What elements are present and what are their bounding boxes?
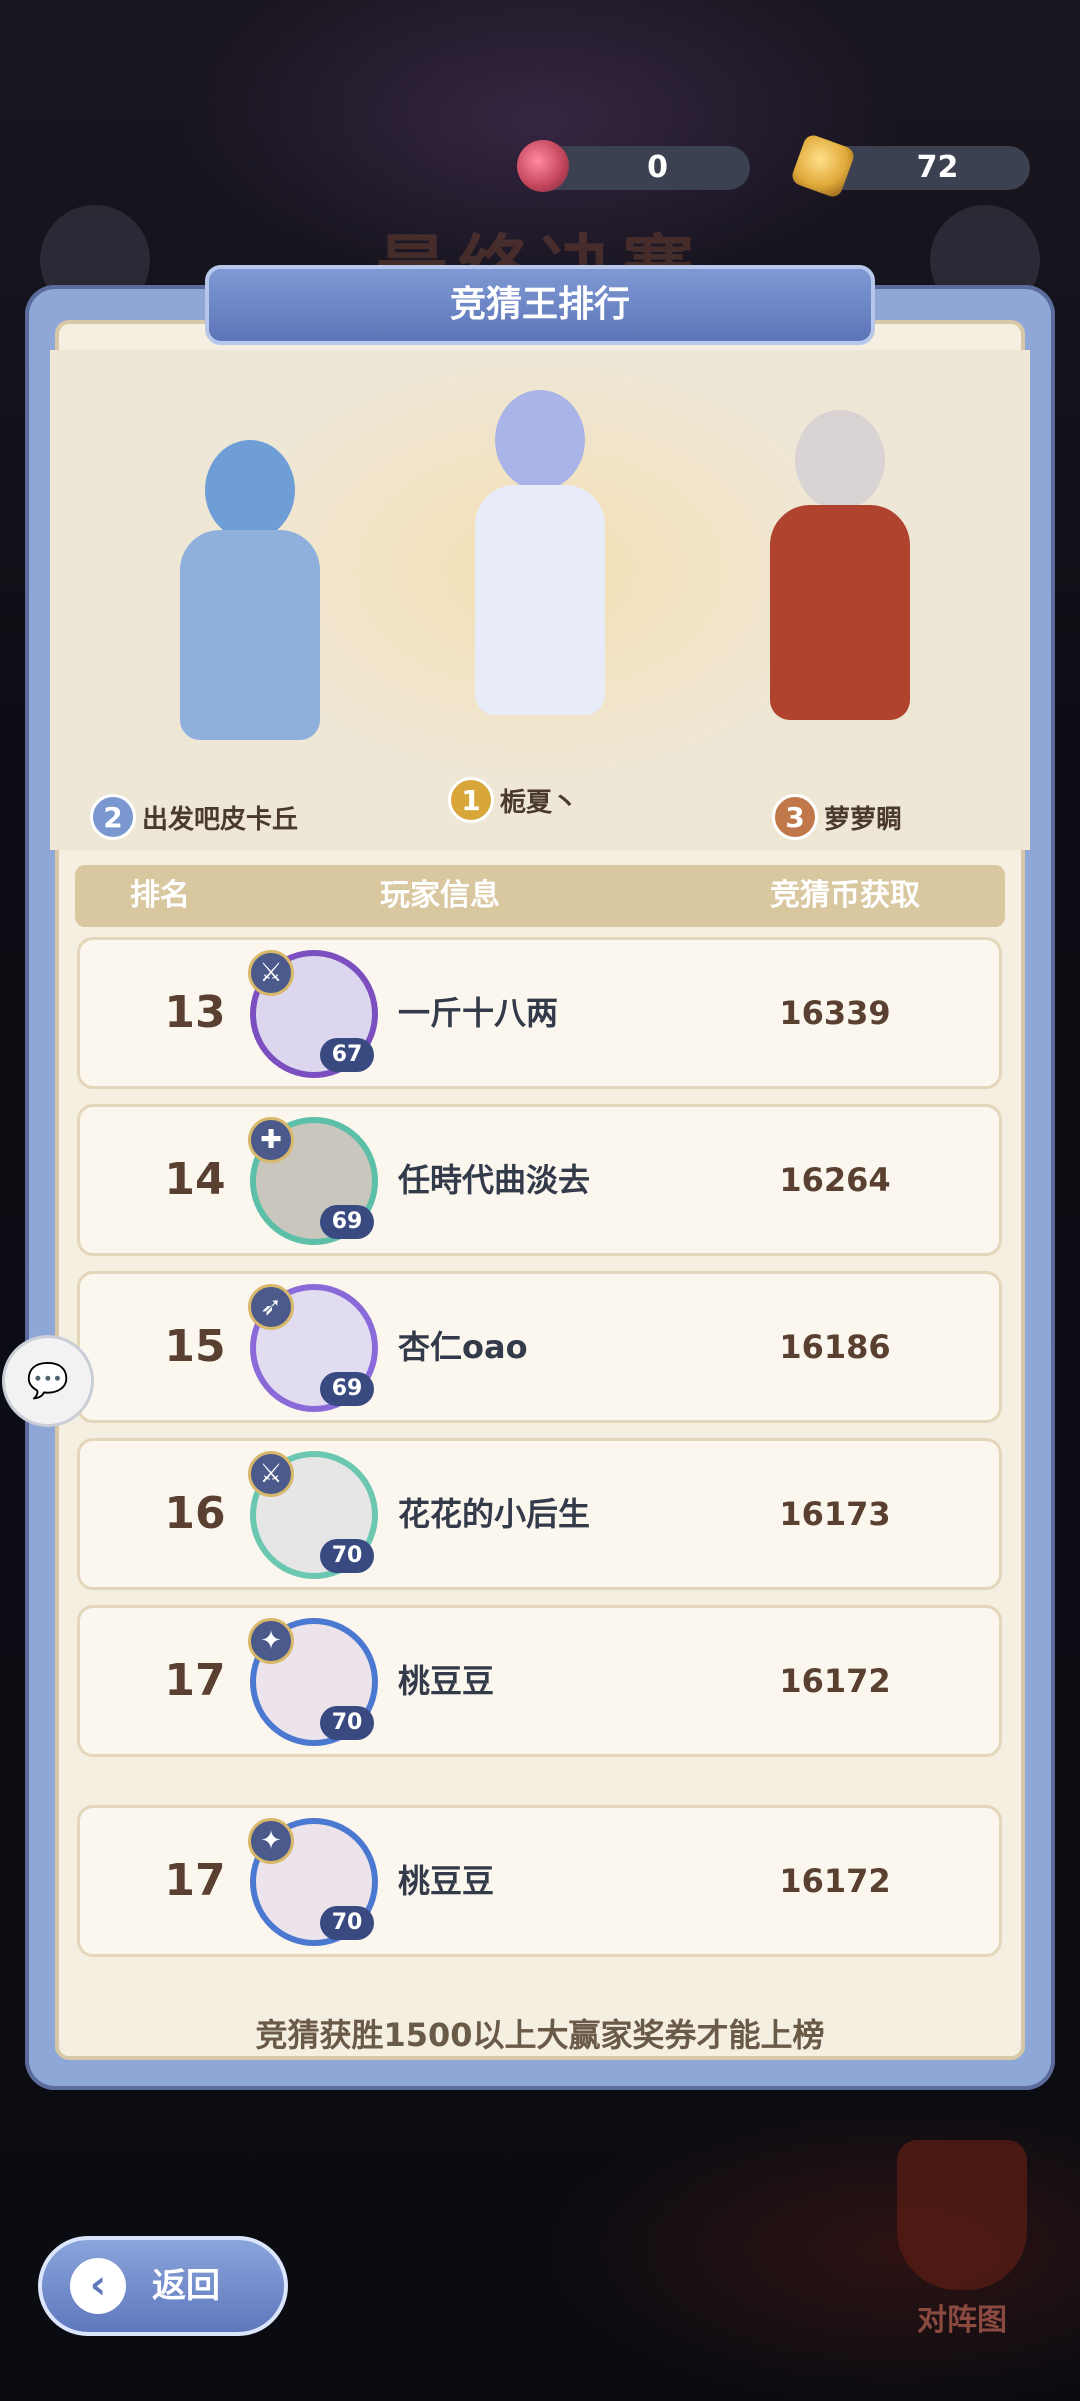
coin-score: 16172 bbox=[779, 1662, 891, 1700]
podium-character-1 bbox=[450, 390, 630, 730]
table-row[interactable]: 16 ⚔ 70 花花的小后生 16173 bbox=[77, 1438, 1002, 1590]
podium-character-3 bbox=[750, 410, 930, 730]
coin-score: 16186 bbox=[779, 1328, 891, 1366]
bronze-medal-icon: 3 bbox=[772, 794, 818, 840]
crossed-swords-icon bbox=[897, 2140, 1027, 2290]
table-header: 排名 玩家信息 竞猜币获取 bbox=[75, 865, 1005, 927]
player-name: 一斤十八两 bbox=[398, 994, 559, 1032]
row-rank: 13 bbox=[164, 987, 226, 1038]
player-level: 70 bbox=[320, 1906, 374, 1940]
cross-badge-icon: ✚ bbox=[248, 1117, 294, 1163]
row-rank: 16 bbox=[164, 1488, 226, 1539]
wand-badge-icon: ✦ bbox=[248, 1818, 294, 1864]
table-row[interactable]: 17 ✦ 70 桃豆豆 16172 bbox=[77, 1605, 1002, 1757]
podium-third-name: 萝萝睭 bbox=[824, 804, 903, 835]
row-rank: 17 bbox=[164, 1655, 226, 1706]
bow-badge-icon: ➶ bbox=[248, 1284, 294, 1330]
podium-first: 1 栀夏丶 bbox=[448, 775, 578, 825]
lineup-button[interactable]: 对阵图 bbox=[872, 2140, 1052, 2340]
table-row[interactable]: 15 ➶ 69 杏仁oao 16186 bbox=[77, 1271, 1002, 1423]
coin-score: 16172 bbox=[779, 1862, 891, 1900]
header-coins: 竞猜币获取 bbox=[770, 878, 920, 913]
podium-area: 2 出发吧皮卡丘 1 栀夏丶 3 萝萝睭 bbox=[50, 350, 1030, 850]
podium-second: 2 出发吧皮卡丘 bbox=[90, 792, 298, 842]
lineup-label: 对阵图 bbox=[917, 2303, 1007, 2338]
gold-medal-icon: 1 bbox=[448, 777, 494, 823]
silver-medal-icon: 2 bbox=[90, 794, 136, 840]
row-rank: 14 bbox=[164, 1154, 226, 1205]
player-level: 69 bbox=[320, 1372, 374, 1406]
wand-badge-icon: ✦ bbox=[248, 1618, 294, 1664]
table-row[interactable]: 17 ✦ 70 桃豆豆 16172 bbox=[77, 1805, 1002, 1957]
gem-count: 0 bbox=[647, 150, 668, 185]
player-level: 70 bbox=[320, 1706, 374, 1740]
player-level: 69 bbox=[320, 1205, 374, 1239]
podium-first-name: 栀夏丶 bbox=[500, 787, 579, 818]
row-rank: 15 bbox=[164, 1321, 226, 1372]
panel-title-bar: 竞猜王排行 bbox=[205, 265, 875, 345]
player-name: 花花的小后生 bbox=[398, 1495, 591, 1533]
sword-badge-icon: ⚔ bbox=[248, 950, 294, 996]
coin-score: 16173 bbox=[779, 1495, 891, 1533]
panel-title: 竞猜王排行 bbox=[449, 284, 630, 325]
table-row[interactable]: 13 ⚔ 67 一斤十八两 16339 bbox=[77, 937, 1002, 1089]
row-rank: 17 bbox=[164, 1855, 226, 1906]
back-button[interactable]: ‹ 返回 bbox=[38, 2236, 288, 2336]
table-row[interactable]: 14 ✚ 69 任時代曲淡去 16264 bbox=[77, 1104, 1002, 1256]
player-name: 任時代曲淡去 bbox=[398, 1161, 591, 1199]
header-player: 玩家信息 bbox=[380, 878, 500, 913]
header-rank: 排名 bbox=[130, 878, 190, 913]
sword-badge-icon: ⚔ bbox=[248, 1451, 294, 1497]
footer-note: 竞猜获胜1500以上大赢家奖券才能上榜 bbox=[255, 2016, 825, 2054]
ticket-count: 72 bbox=[916, 150, 959, 185]
gem-currency: 0 bbox=[517, 140, 750, 192]
chat-icon[interactable]: 💬 bbox=[2, 1335, 94, 1427]
back-label: 返回 bbox=[152, 2266, 220, 2306]
coin-score: 16264 bbox=[779, 1161, 891, 1199]
player-level: 67 bbox=[320, 1038, 374, 1072]
podium-second-name: 出发吧皮卡丘 bbox=[142, 804, 299, 835]
back-arrow-icon: ‹ bbox=[70, 2258, 126, 2314]
player-level: 70 bbox=[320, 1539, 374, 1573]
podium-character-2 bbox=[150, 440, 350, 750]
player-name: 桃豆豆 bbox=[398, 1862, 495, 1900]
podium-third: 3 萝萝睭 bbox=[772, 792, 902, 842]
coin-score: 16339 bbox=[779, 994, 891, 1032]
player-name: 杏仁oao bbox=[398, 1328, 528, 1366]
ticket-currency: 72 bbox=[789, 132, 1030, 200]
player-name: 桃豆豆 bbox=[398, 1662, 495, 1700]
gem-coin-icon bbox=[517, 140, 569, 192]
